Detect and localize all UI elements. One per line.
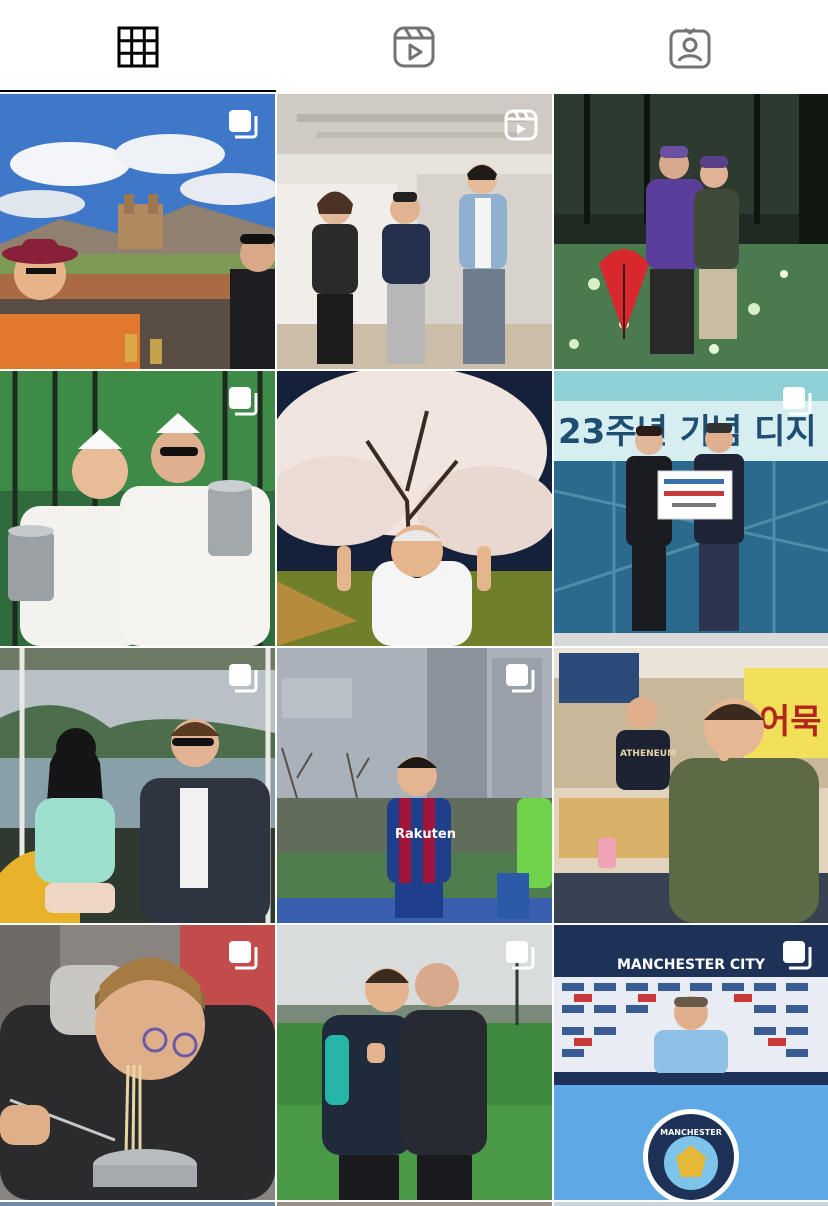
post-thumbnail[interactable]: 어묵 ATHENEUM — [554, 648, 828, 923]
reels-icon — [393, 26, 435, 67]
post-thumbnail[interactable] — [554, 94, 828, 369]
post-thumbnail[interactable] — [277, 371, 552, 646]
carousel-icon — [227, 662, 261, 696]
post-thumbnail[interactable]: Rakuten — [277, 648, 552, 923]
jersey-sponsor-text: Rakuten — [395, 827, 456, 842]
post-thumbnail[interactable] — [0, 925, 275, 1200]
tab-tagged[interactable] — [552, 0, 828, 93]
grid-icon — [117, 26, 159, 67]
tab-reels[interactable] — [276, 0, 552, 93]
post-thumbnail[interactable] — [0, 371, 275, 646]
anniversary-sign-text: 23주년 기념 디지 — [558, 412, 817, 452]
reel-icon — [504, 108, 538, 142]
carousel-icon — [504, 939, 538, 973]
post-image-mirror-room — [554, 94, 828, 369]
carousel-icon — [227, 108, 261, 142]
post-thumbnail-partial[interactable] — [277, 1202, 552, 1206]
carousel-icon — [781, 939, 815, 973]
tagged-user-icon — [669, 27, 711, 68]
post-thumbnail[interactable] — [0, 648, 275, 923]
post-thumbnail[interactable] — [277, 94, 552, 369]
post-thumbnail-partial[interactable] — [0, 1202, 275, 1206]
post-image-fishcake-shop: 어묵 ATHENEUM — [554, 648, 828, 923]
post-image-cherry-blossoms — [277, 371, 552, 646]
profile-tab-bar — [0, 0, 828, 93]
carousel-icon — [781, 385, 815, 419]
banner-text: MANCHESTER CITY — [617, 957, 766, 973]
post-thumbnail[interactable]: MANCHESTER CITY MANCHESTER — [554, 925, 828, 1200]
post-thumbnail-partial[interactable] — [554, 1202, 828, 1206]
crest-text: MANCHESTER — [660, 1128, 722, 1137]
carousel-icon — [227, 385, 261, 419]
active-tab-indicator — [0, 90, 276, 92]
shirt-print-text: ATHENEUM — [620, 749, 676, 759]
tab-posts[interactable] — [0, 0, 276, 93]
post-thumbnail[interactable]: 23주년 기념 디지 — [554, 371, 828, 646]
post-thumbnail[interactable] — [0, 94, 275, 369]
shop-sign-text: 어묵 — [759, 702, 822, 742]
post-thumbnail[interactable] — [277, 925, 552, 1200]
carousel-icon — [227, 939, 261, 973]
carousel-icon — [504, 662, 538, 696]
